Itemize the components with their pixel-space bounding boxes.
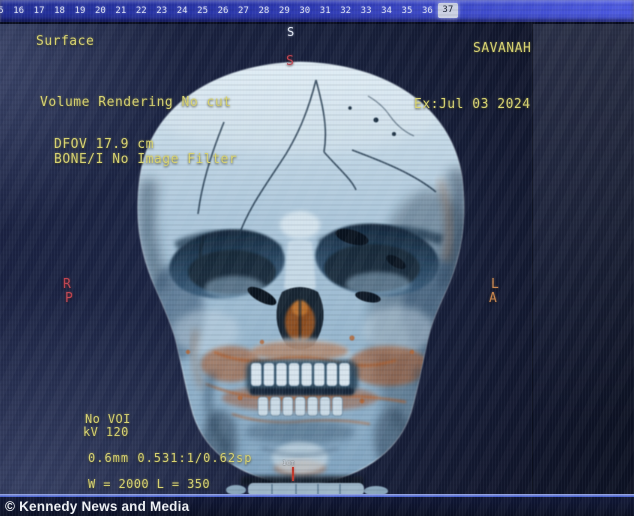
ruler-number: 30 xyxy=(295,0,315,22)
dfov-label: DFOV 17.9 cm xyxy=(54,137,154,152)
top-ruler-bar: 1516171819202122232425262728293031323334… xyxy=(0,0,634,22)
ruler-number: 37 xyxy=(438,3,458,18)
right-bezel xyxy=(532,24,634,494)
scale-label: 1cm xyxy=(282,459,295,467)
ruler-number: 31 xyxy=(315,0,335,22)
scale-tick xyxy=(292,467,294,481)
ruler-number: 18 xyxy=(49,0,69,22)
bar-underline xyxy=(0,22,634,24)
voi-label: No VOI xyxy=(85,412,131,426)
ruler-number: 28 xyxy=(254,0,274,22)
orientation-s-white: S xyxy=(287,25,295,39)
kv-label: kV 120 xyxy=(83,425,129,439)
ruler: 1516171819202122232425262728293031323334… xyxy=(0,0,458,22)
ruler-number: 20 xyxy=(90,0,110,22)
window-level-label: W = 2000 L = 350 xyxy=(88,477,210,491)
ruler-number: 22 xyxy=(131,0,151,22)
filter-label: BONE/I No Image Filter xyxy=(54,152,237,167)
ruler-number: 24 xyxy=(172,0,192,22)
ruler-number: 35 xyxy=(397,0,417,22)
patient-name: SAVANAH xyxy=(473,41,531,56)
ruler-number: 21 xyxy=(111,0,131,22)
ruler-number: 29 xyxy=(274,0,294,22)
workstation-screen: Surface SAVANAH S S Volume Rendering No … xyxy=(0,0,634,516)
ruler-number: 36 xyxy=(417,0,437,22)
orientation-a: A xyxy=(489,291,497,306)
ruler-number: 15 xyxy=(0,0,8,22)
orientation-r: R xyxy=(63,277,71,292)
orientation-p: P xyxy=(65,291,73,306)
slice-label: 0.6mm 0.531:1/0.62sp xyxy=(88,451,253,465)
ruler-number: 16 xyxy=(8,0,28,22)
ruler-number: 17 xyxy=(29,0,49,22)
orientation-s-red: S xyxy=(286,54,294,69)
ruler-number: 27 xyxy=(233,0,253,22)
modality-label: Surface xyxy=(36,34,94,49)
ruler-number: 23 xyxy=(152,0,172,22)
ruler-number: 33 xyxy=(356,0,376,22)
ruler-number: 19 xyxy=(70,0,90,22)
ruler-number: 25 xyxy=(192,0,212,22)
ruler-number: 34 xyxy=(376,0,396,22)
ruler-number: 32 xyxy=(335,0,355,22)
exam-date-label: Ex:Jul 03 2024 xyxy=(414,97,531,112)
ruler-number: 26 xyxy=(213,0,233,22)
orientation-l: L xyxy=(491,277,499,292)
render-mode-label: Volume Rendering No cut xyxy=(40,95,232,110)
watermark-text: © Kennedy News and Media xyxy=(5,499,189,514)
